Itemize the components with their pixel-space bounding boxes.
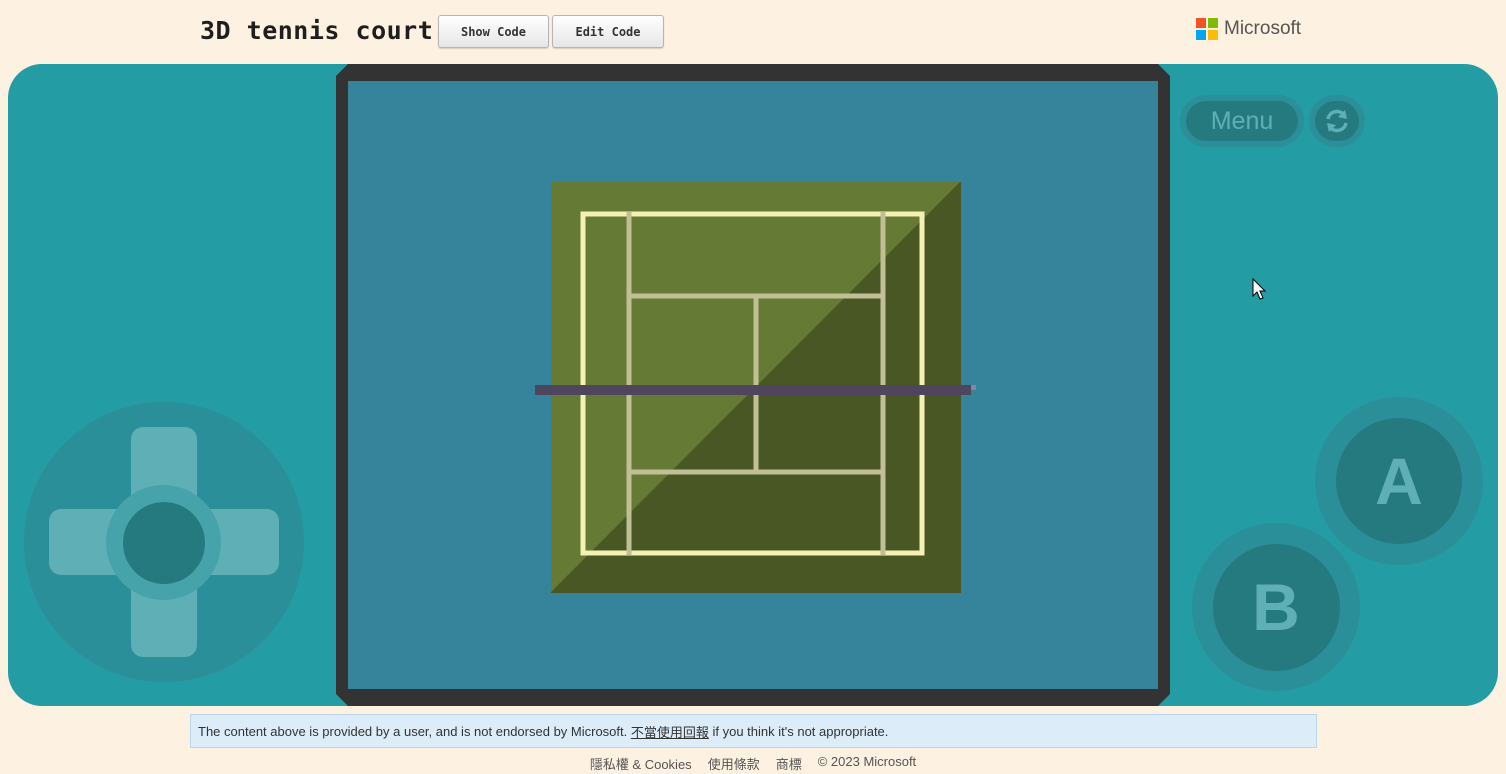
game-screen[interactable] bbox=[348, 81, 1158, 689]
mouse-cursor-icon bbox=[1252, 278, 1267, 300]
b-button-label: B bbox=[1212, 543, 1340, 671]
a-button-label: A bbox=[1336, 418, 1462, 544]
b-button[interactable]: B bbox=[1192, 523, 1360, 691]
content-notice: The content above is provided by a user,… bbox=[190, 714, 1317, 748]
footer: 隱私權 & Cookies 使用條款 商標 © 2023 Microsoft bbox=[0, 754, 1506, 773]
menu-label: Menu bbox=[1186, 101, 1298, 141]
footer-copyright: © 2023 Microsoft bbox=[817, 754, 917, 769]
a-button[interactable]: A bbox=[1315, 397, 1483, 565]
page-title: 3D tennis court bbox=[200, 16, 434, 45]
tennis-court-scene bbox=[535, 182, 976, 593]
microsoft-logo-icon bbox=[1196, 18, 1218, 40]
report-abuse-link[interactable]: 不當使用回報 bbox=[631, 722, 709, 741]
footer-terms-link[interactable]: 使用條款 bbox=[708, 754, 760, 773]
show-code-button[interactable]: Show Code bbox=[438, 15, 549, 48]
footer-privacy-link[interactable]: 隱私權 & Cookies bbox=[590, 754, 692, 773]
notice-text-before: The content above is provided by a user,… bbox=[198, 723, 631, 739]
menu-button[interactable]: Menu bbox=[1180, 95, 1304, 147]
net-post bbox=[971, 385, 976, 390]
edit-code-button[interactable]: Edit Code bbox=[552, 15, 664, 48]
dpad-center[interactable] bbox=[123, 502, 205, 584]
refresh-button[interactable] bbox=[1309, 95, 1365, 147]
net bbox=[535, 385, 971, 395]
microsoft-logo[interactable]: Microsoft bbox=[1196, 18, 1301, 40]
refresh-icon bbox=[1326, 109, 1348, 133]
notice-text-after: if you think it's not appropriate. bbox=[708, 723, 889, 739]
footer-trademarks-link[interactable]: 商標 bbox=[776, 754, 802, 773]
brand-name: Microsoft bbox=[1224, 18, 1302, 39]
